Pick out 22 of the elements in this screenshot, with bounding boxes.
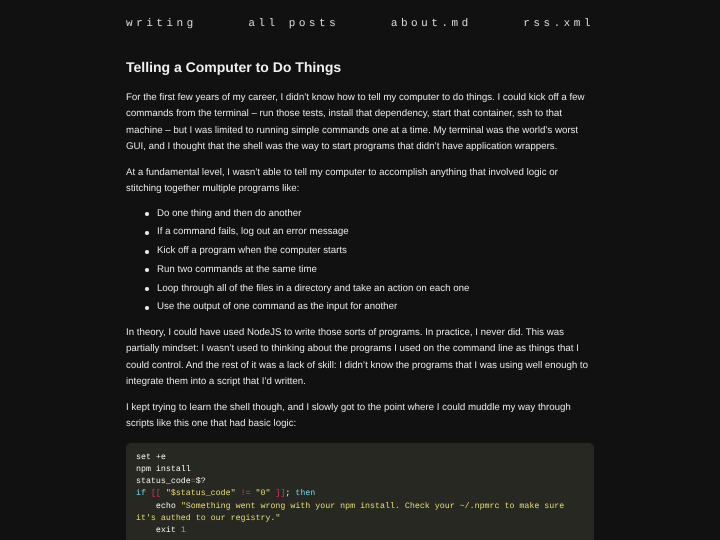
bullet-icon: [145, 306, 149, 310]
list-item: If a command fails, log out an error message: [157, 225, 349, 240]
bullet-icon: [145, 250, 149, 254]
bullet-icon: [145, 212, 149, 216]
nav-link[interactable]: about.md: [390, 17, 472, 31]
paragraph: At a fundamental level, I wasn’t able to tell my computer to accomplish anything that involved logic or stitching together multiple programs like:: [126, 166, 559, 196]
list-item: Run two commands at the same time: [157, 262, 317, 277]
bullet-icon: [145, 230, 149, 235]
list-item: Kick off a program when the computer starts: [157, 244, 347, 258]
list-item: Do one thing and then do another: [157, 206, 302, 221]
list-item: Loop through all of the files in a directory and take an action on each one: [157, 282, 470, 296]
paragraph: I kept trying to learn the shell though, and I slowly got to the point where I could muddle my way through scripts like this one that had basic logic:: [126, 401, 572, 432]
code-block: set +e npm install status_code=$? if [[ "$status_code" != "0" ]]; then echo "Something went wrong with your npm install. Check your ~/.npmrc to make sure it's authed to our registry." exit 1: [126, 442, 594, 540]
article-title: Telling a Computer to Do Things: [126, 58, 342, 76]
nav-link[interactable]: rss.xml: [523, 17, 594, 31]
list-item: Use the output of one command as the input for another: [157, 300, 398, 314]
bullet-icon: [145, 286, 149, 291]
nav-link[interactable]: writing: [126, 17, 197, 31]
nav-link[interactable]: all posts: [248, 17, 340, 31]
paragraph: In theory, I could have used NodeJS to write those sorts of programs. In practice, I never did. This was partially mindset: I wasn’t used to thinking about the programs I used on the command line as things that I could control. And the rest of it was a lack of skill: I didn’t know the programs that I was using well enough to integrate them into a script that I’d written.: [126, 326, 590, 389]
bullet-icon: [145, 268, 149, 272]
paragraph: For the first few years of my career, I didn’t know how to tell my computer to do things. I could kick off a few commands from the terminal – run those tests, install that dependency, start that container, ssh to that machine – but I was limited to running simple commands one at a time. My terminal was the world’s worst GUI, and I thought that the shell was the way to start programs that didn’t have application wrappers.: [126, 91, 586, 154]
